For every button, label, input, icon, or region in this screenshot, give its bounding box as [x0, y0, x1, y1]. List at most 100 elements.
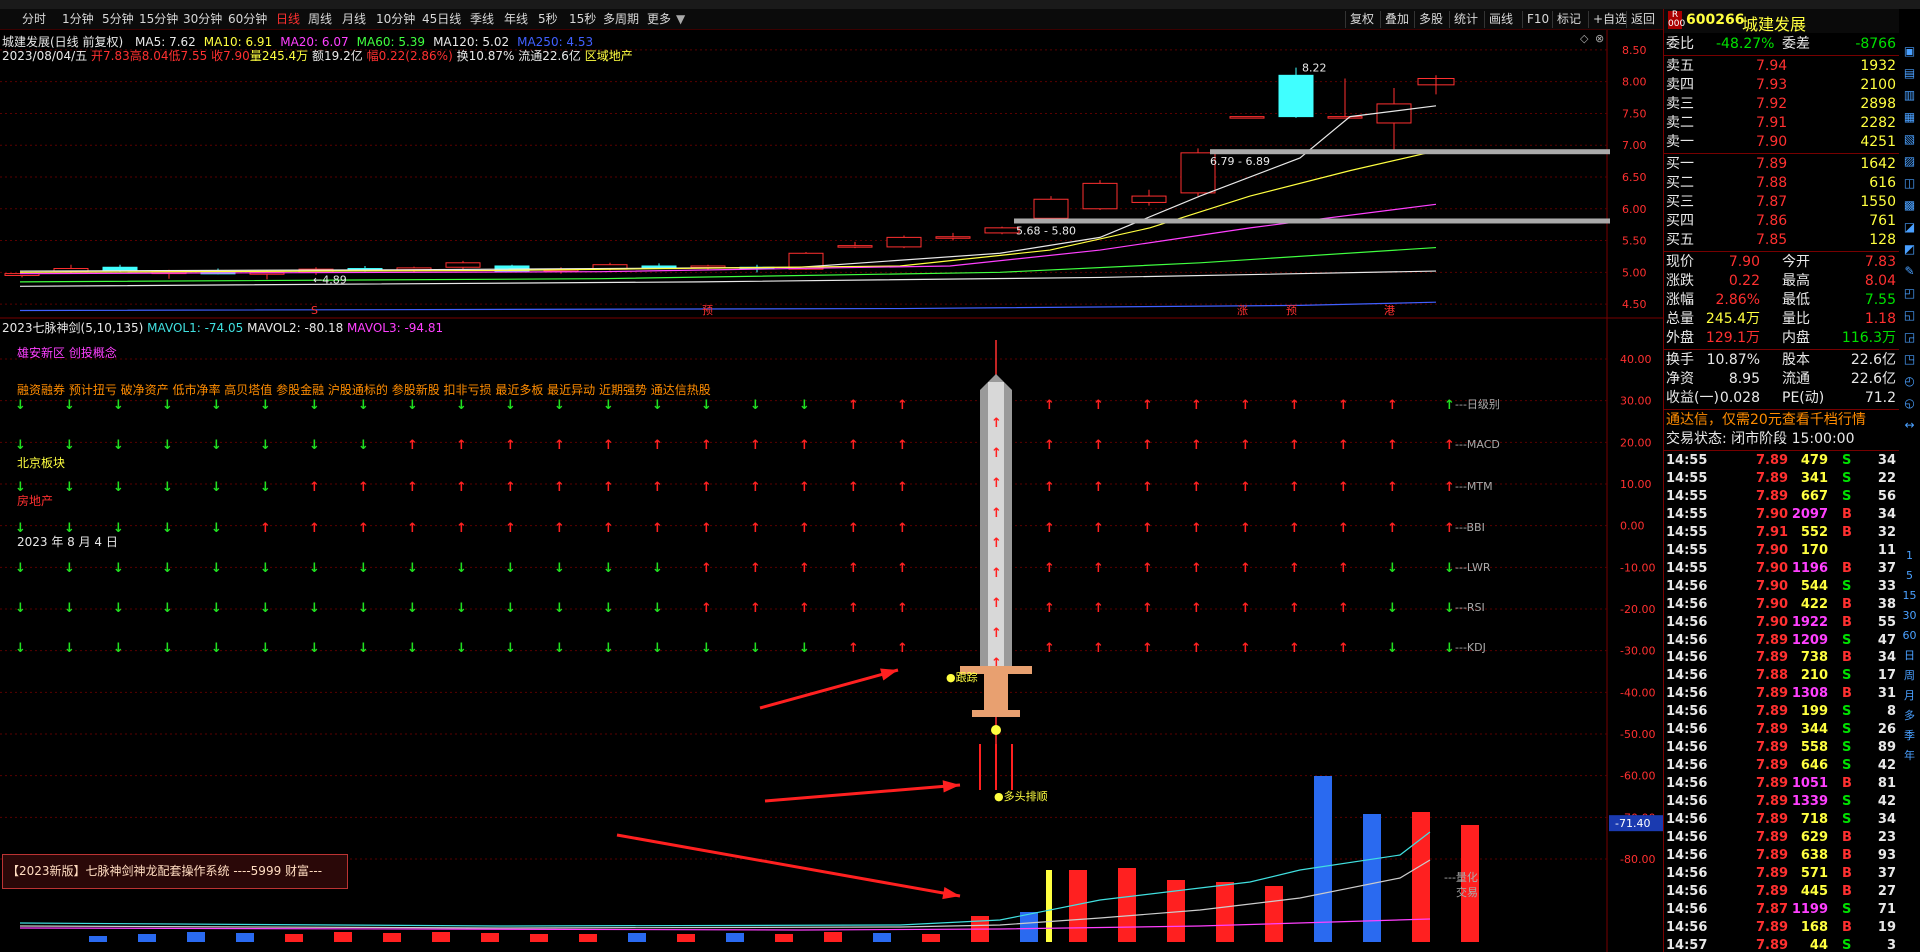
ohlc-amount: 额19.2亿: [312, 49, 363, 63]
tick-time: 14:56: [1666, 776, 1708, 792]
tool-icon[interactable]: ◪: [1901, 219, 1918, 236]
toolbar-button-3[interactable]: 统计: [1449, 11, 1478, 28]
period-shortcut[interactable]: 季: [1901, 727, 1918, 744]
period-shortcut[interactable]: 15: [1901, 587, 1918, 604]
tool-icon[interactable]: ▣: [1901, 43, 1918, 60]
tick-count: 19: [1877, 919, 1896, 935]
tool-icon[interactable]: ▦: [1901, 109, 1918, 126]
toolbar-button-7[interactable]: +自选: [1588, 11, 1627, 28]
sell-volume: 2282: [1860, 115, 1896, 131]
period-shortcut[interactable]: 多: [1901, 707, 1918, 724]
tool-icon[interactable]: ◴: [1901, 373, 1918, 390]
close-icon[interactable]: ⊗: [1595, 32, 1604, 45]
tool-icon[interactable]: ▩: [1901, 197, 1918, 214]
buy-row[interactable]: 买二 7.88 616: [1664, 174, 1900, 193]
row-arrow-icon: ↑: [1444, 480, 1455, 495]
diamond-icon[interactable]: ◇: [1580, 32, 1589, 45]
period-tab-16[interactable]: 更多: [647, 11, 671, 28]
ohlc-date: 2023/08/04/五: [2, 49, 88, 63]
tool-icon[interactable]: ▥: [1901, 87, 1918, 104]
toolbar-button-2[interactable]: 多股: [1414, 11, 1443, 28]
tick-volume: 479: [1800, 453, 1828, 468]
buy-row[interactable]: 买一 7.89 1642: [1664, 155, 1900, 174]
period-tab-14[interactable]: 15秒: [569, 11, 596, 28]
sell-row[interactable]: 卖二 7.91 2282: [1664, 114, 1900, 133]
promo-banner[interactable]: 【2023新版】七脉神剑神龙配套操作系统 ----5999 财富---: [2, 854, 348, 889]
buy-level: 买一: [1666, 156, 1694, 172]
toolbar-button-6[interactable]: 标记: [1552, 11, 1581, 28]
period-shortcut[interactable]: 月: [1901, 687, 1918, 704]
tool-icon[interactable]: ▧: [1901, 131, 1918, 148]
toolbar-button-8[interactable]: 返回: [1626, 11, 1655, 28]
period-shortcut[interactable]: 年: [1901, 747, 1918, 764]
toolbar-button-5[interactable]: F10: [1522, 11, 1549, 28]
tool-icon[interactable]: ◫: [1901, 175, 1918, 192]
tool-icon[interactable]: ▤: [1901, 65, 1918, 82]
period-tab-11[interactable]: 季线: [470, 11, 494, 28]
sell-row[interactable]: 卖四 7.93 2100: [1664, 76, 1900, 95]
up-arrow-icon: ↑: [1338, 641, 1349, 656]
period-tab-12[interactable]: 年线: [504, 11, 528, 28]
tool-icon[interactable]: ↔: [1901, 417, 1918, 434]
down-arrow-icon: ↓: [15, 438, 26, 453]
period-tab-1[interactable]: 1分钟: [62, 11, 94, 28]
sell-row[interactable]: 卖一 7.90 4251: [1664, 133, 1900, 152]
period-tab-10[interactable]: 45日线: [422, 11, 461, 28]
period-shortcut[interactable]: 5: [1901, 567, 1918, 584]
buy-row[interactable]: 买四 7.86 761: [1664, 212, 1900, 231]
tool-icon[interactable]: ◵: [1901, 395, 1918, 412]
period-tab-7[interactable]: 周线: [308, 11, 332, 28]
tick-time: 14:56: [1666, 704, 1708, 720]
sell-price: 7.91: [1756, 115, 1788, 131]
period-tab-4[interactable]: 30分钟: [183, 11, 222, 28]
tick-side: S: [1842, 470, 1852, 486]
period-tab-6[interactable]: 日线: [276, 11, 300, 28]
indicator-tick: 10.00: [1620, 478, 1652, 491]
period-shortcut[interactable]: 日: [1901, 647, 1918, 664]
tick-count: 37: [1877, 865, 1896, 881]
notice-link[interactable]: 通达信，仅需20元查看千档行情: [1664, 411, 1900, 430]
tick-price: 7.90: [1756, 578, 1789, 594]
tool-icon[interactable]: ◱: [1901, 307, 1918, 324]
sell-row[interactable]: 卖五 7.94 1932: [1664, 57, 1900, 76]
tick-row: 14:56 7.89 718 S 34: [1664, 811, 1900, 829]
period-tab-2[interactable]: 5分钟: [102, 11, 134, 28]
down-arrow-icon: ↓: [15, 641, 26, 656]
tick-price: 7.89: [1756, 776, 1789, 792]
sell-row[interactable]: 卖三 7.92 2898: [1664, 95, 1900, 114]
price-tick: 5.00: [1622, 266, 1647, 279]
period-tab-13[interactable]: 5秒: [538, 11, 558, 28]
period-tab-0[interactable]: 分时: [22, 11, 46, 28]
tool-icon[interactable]: ▨: [1901, 153, 1918, 170]
tool-icon[interactable]: ◲: [1901, 329, 1918, 346]
chart-canvas[interactable]: 8.50 8.00 7.50 7.00 6.50 6.00 5.50 5.00 4.50 6.79…: [0, 30, 1663, 952]
up-arrow-icon: ↑: [456, 480, 467, 495]
period-tab-3[interactable]: 15分钟: [139, 11, 178, 28]
tool-icon[interactable]: ◳: [1901, 351, 1918, 368]
tool-icon[interactable]: ✎: [1901, 263, 1918, 280]
buy-row[interactable]: 买三 7.87 1550: [1664, 193, 1900, 212]
toolbar-button-1[interactable]: 叠加: [1380, 11, 1409, 28]
period-tab-5[interactable]: 60分钟: [228, 11, 267, 28]
period-tab-9[interactable]: 10分钟: [376, 11, 415, 28]
volume-bar: [1216, 882, 1234, 942]
period-shortcut[interactable]: 周: [1901, 667, 1918, 684]
sell-price: 7.93: [1756, 77, 1788, 93]
tool-icon[interactable]: ◩: [1901, 241, 1918, 258]
period-tab-8[interactable]: 月线: [342, 11, 366, 28]
tool-icon[interactable]: ◰: [1901, 285, 1918, 302]
toolbar-button-0[interactable]: 复权: [1345, 11, 1374, 28]
tick-side: S: [1842, 488, 1852, 504]
period-shortcut[interactable]: 60: [1901, 627, 1918, 644]
quote-panel: R 000 600266 城建发展 委比 -48.27% 委差 -8766 卖五 7.94 1…: [1663, 9, 1900, 952]
period-shortcut[interactable]: 1: [1901, 547, 1918, 564]
price-tick: 7.00: [1622, 139, 1647, 152]
ohlc-high: 高8.04: [129, 49, 169, 63]
stat2-row: 换手 10.87% 股本 22.6亿: [1664, 351, 1900, 370]
toolbar-button-4[interactable]: 画线: [1484, 11, 1513, 28]
period-arrow-icon[interactable]: ▼: [676, 11, 685, 28]
buy-row[interactable]: 买五 7.85 128: [1664, 231, 1900, 250]
period-shortcut[interactable]: 30: [1901, 607, 1918, 624]
tick-row: 14:55 7.90 1196 B 37: [1664, 560, 1900, 578]
period-tab-15[interactable]: 多周期: [603, 11, 639, 28]
